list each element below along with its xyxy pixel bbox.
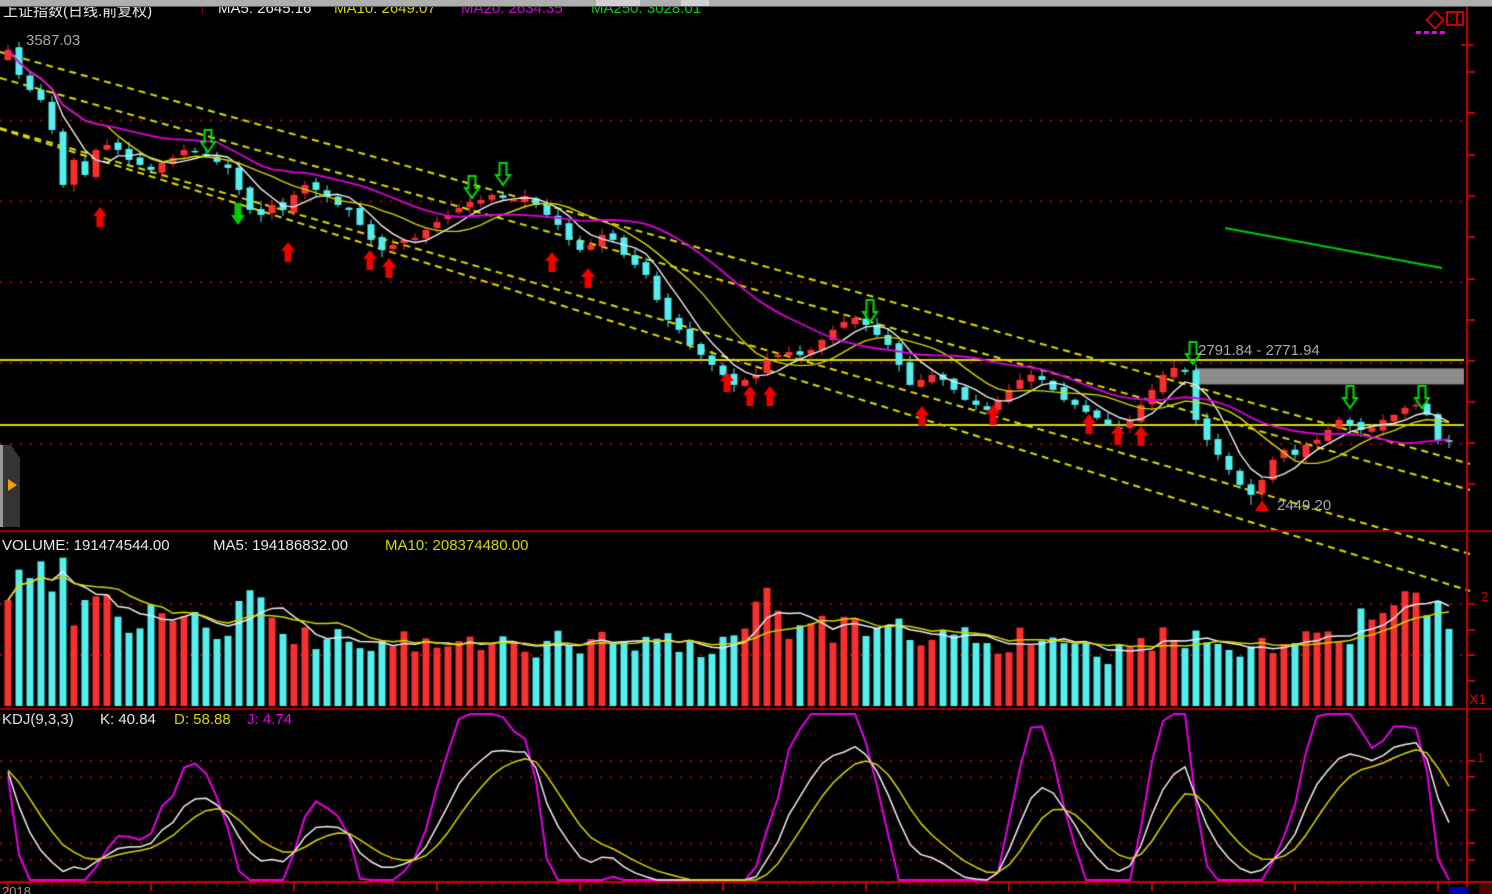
sidebar-expand-tab[interactable] xyxy=(0,445,20,527)
low-price-label: 2449.20 xyxy=(1277,497,1331,514)
low-point-triangle-marker xyxy=(1255,500,1269,511)
date-axis-year-label: 2018 xyxy=(2,884,31,894)
gap-zone-label: 2791.84 - 2771.94 xyxy=(1198,342,1320,359)
volume-axis-partial-label: 2 xyxy=(1481,589,1488,604)
top-strip-tab xyxy=(596,0,640,6)
volume-ma5-label: MA5: 194186832.00 xyxy=(213,537,348,554)
bottom-right-corner-block xyxy=(1479,884,1492,894)
kdj-d-label: D: 58.88 xyxy=(174,711,231,728)
kdj-j-label: J: 4.74 xyxy=(247,711,292,728)
stock-chart-canvas[interactable] xyxy=(0,0,1492,894)
period-x1-label: X1 xyxy=(1469,691,1486,707)
high-price-label: 3587.03 xyxy=(26,32,80,49)
kdj-title-label: KDJ(9,3,3) xyxy=(2,711,74,728)
kdj-header: KDJ(9,3,3) K: 40.84 D: 58.88 J: 4.74 xyxy=(0,711,500,731)
top-strip-tab xyxy=(681,0,709,6)
bottom-right-blue-block xyxy=(1449,887,1468,894)
kdj-k-label: K: 40.84 xyxy=(100,711,156,728)
magenta-dashed-marker xyxy=(1416,31,1448,34)
window-top-strip xyxy=(0,0,1492,7)
volume-value-label: VOLUME: 191474544.00 xyxy=(2,537,170,554)
expand-arrow-icon xyxy=(8,479,17,491)
volume-header: VOLUME: 191474544.00 MA5: 194186832.00 M… xyxy=(0,537,700,557)
kdj-axis-partial-label: 1 xyxy=(1477,750,1484,765)
tile-windows-icon[interactable] xyxy=(1446,11,1464,26)
tile-windows-divider xyxy=(1456,13,1458,24)
volume-ma10-label: MA10: 208374480.00 xyxy=(385,537,528,554)
